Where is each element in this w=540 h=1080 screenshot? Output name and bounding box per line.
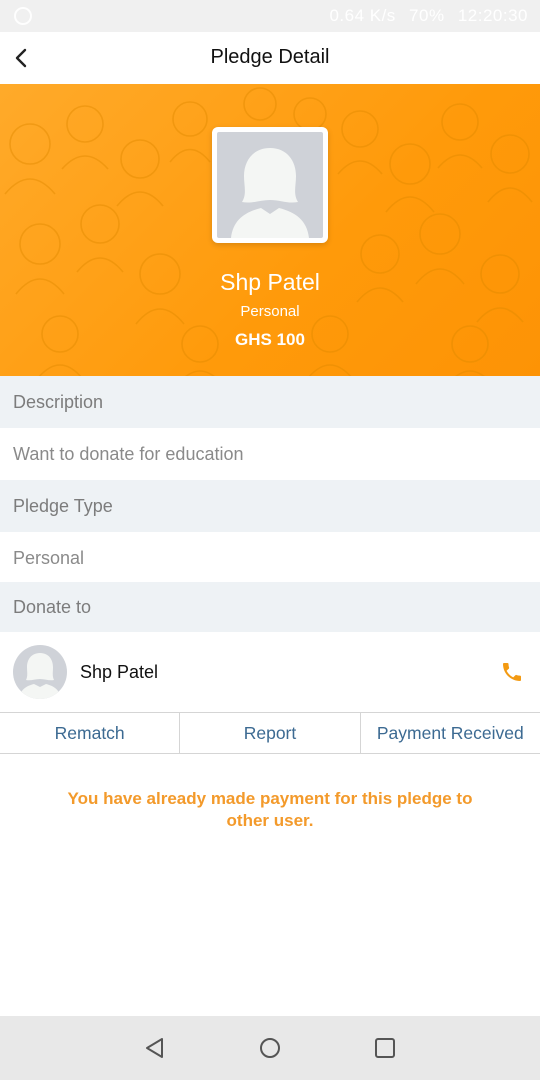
home-nav-icon[interactable] xyxy=(258,1036,282,1060)
profile-avatar xyxy=(212,127,328,243)
phone-icon[interactable] xyxy=(500,660,524,684)
pledge-type-label: Pledge Type xyxy=(0,480,540,532)
page-title: Pledge Detail xyxy=(210,46,330,68)
action-bar: Rematch Report Payment Received xyxy=(0,712,540,754)
recipient-name: Shp Patel xyxy=(80,662,159,682)
back-nav-icon[interactable] xyxy=(143,1036,167,1060)
recipient-card: Shp Patel xyxy=(0,632,540,712)
profile-header: Shp Patel Personal GHS 100 xyxy=(0,84,540,376)
battery-level: 70% xyxy=(409,6,445,25)
pledge-type-value: Personal xyxy=(0,532,540,584)
system-nav-bar xyxy=(0,1016,540,1080)
description-value: Want to donate for education xyxy=(0,428,540,480)
status-indicators: 0.64 K/s 70% 12:20:30 xyxy=(321,6,528,26)
donate-to-label: Donate to xyxy=(0,582,540,632)
recipient-avatar xyxy=(13,645,67,699)
user-silhouette-icon xyxy=(19,653,61,699)
description-label: Description xyxy=(0,376,540,428)
status-bar: 0.64 K/s 70% 12:20:30 xyxy=(0,0,540,32)
recents-nav-icon[interactable] xyxy=(373,1036,397,1060)
profile-name: Shp Patel xyxy=(220,269,320,295)
notification-icon xyxy=(14,7,32,25)
clock: 12:20:30 xyxy=(457,6,528,25)
payment-received-button[interactable]: Payment Received xyxy=(361,713,540,753)
rematch-button[interactable]: Rematch xyxy=(0,713,181,753)
app-bar: Pledge Detail xyxy=(0,32,540,84)
pledge-amount: GHS 100 xyxy=(235,330,305,349)
payment-notice: You have already made payment for this p… xyxy=(67,789,473,830)
report-button[interactable]: Report xyxy=(180,713,361,753)
user-silhouette-icon xyxy=(231,148,309,238)
network-speed: 0.64 K/s xyxy=(329,6,396,25)
profile-pledge-type: Personal xyxy=(240,303,300,320)
